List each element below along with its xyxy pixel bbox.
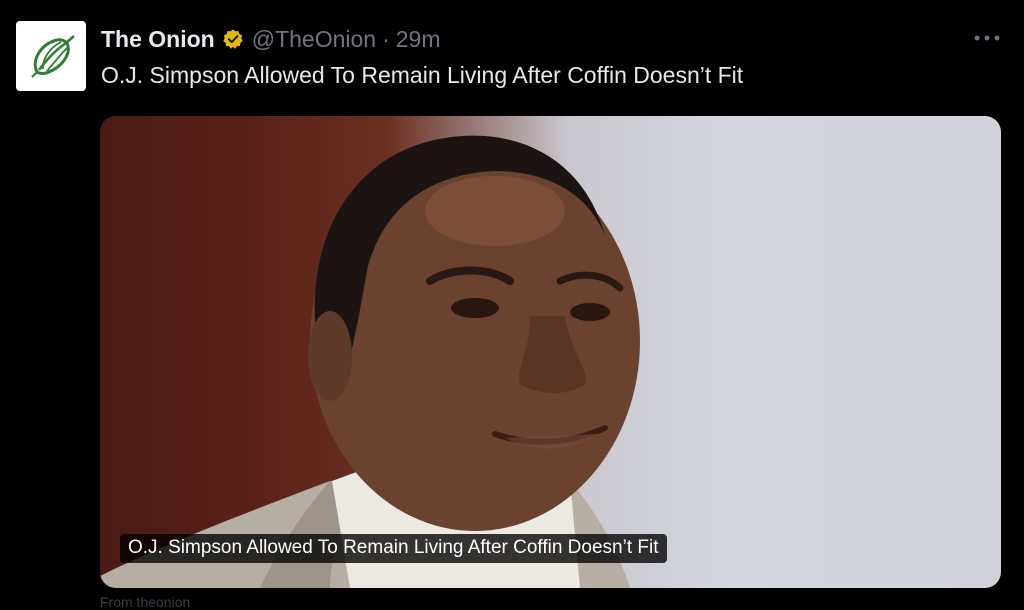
separator-dot: · [382, 25, 390, 52]
post-timestamp[interactable]: 29m [396, 26, 441, 53]
post-header: The Onion @TheOnion · 29m [101, 24, 441, 54]
author-handle[interactable]: @TheOnion [252, 26, 376, 53]
post-media[interactable]: O.J. Simpson Allowed To Remain Living Af… [100, 116, 1001, 588]
more-options-button[interactable] [970, 26, 1004, 50]
link-source-footer[interactable]: From theonion [100, 594, 190, 610]
portrait-photo [100, 135, 640, 588]
verified-badge-icon[interactable] [222, 28, 244, 50]
onion-logo-icon [31, 35, 75, 78]
post-text: O.J. Simpson Allowed To Remain Living Af… [101, 62, 744, 88]
more-options-icon [974, 35, 1000, 41]
avatar[interactable] [16, 21, 86, 91]
author-name[interactable]: The Onion [101, 26, 215, 53]
media-caption: O.J. Simpson Allowed To Remain Living Af… [120, 534, 667, 563]
